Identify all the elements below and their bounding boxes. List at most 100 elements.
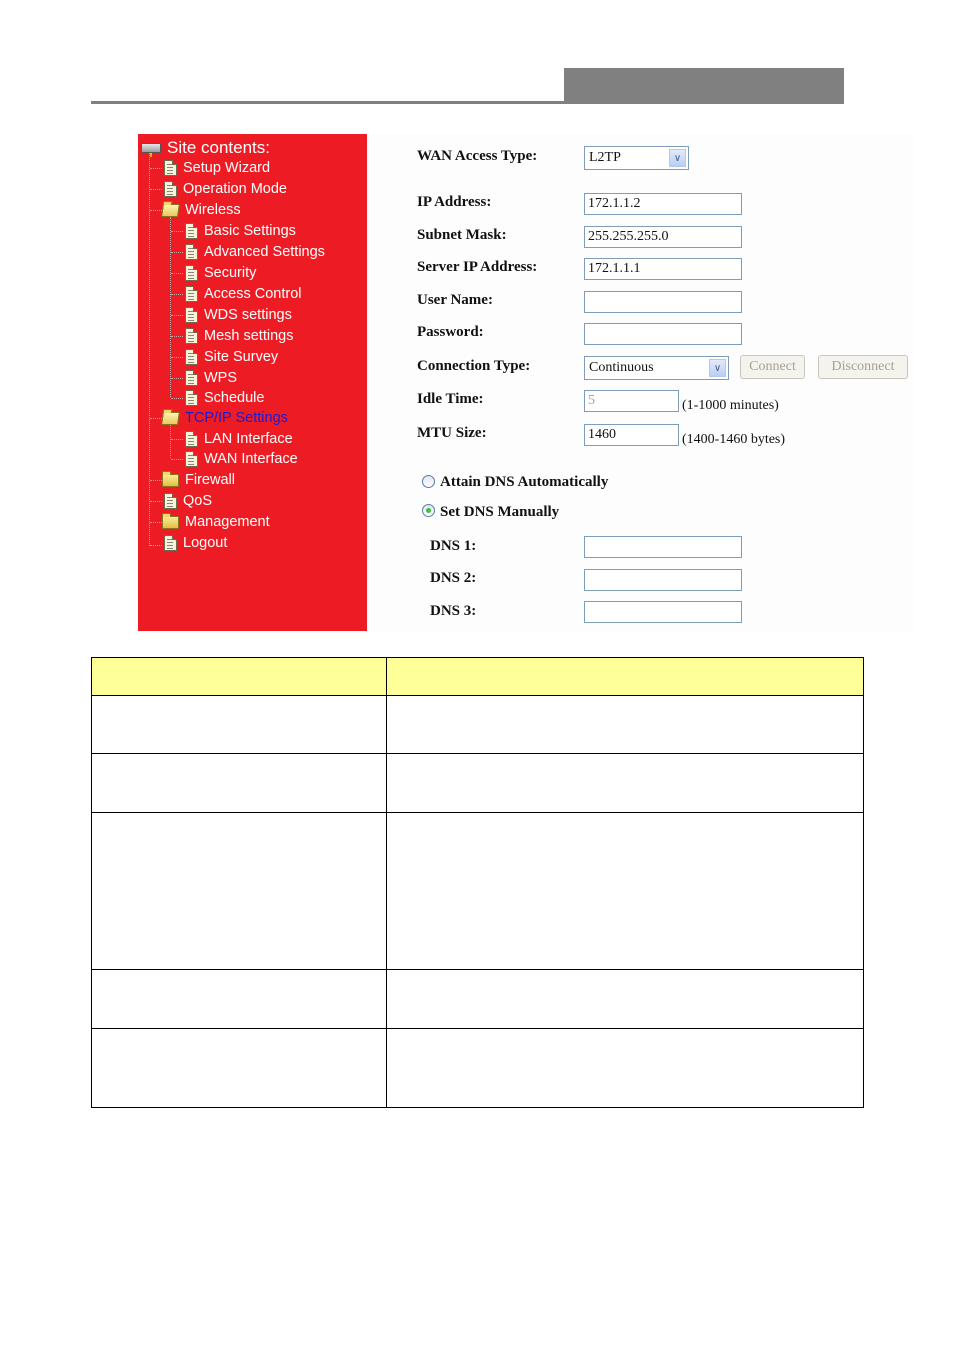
document-icon [164,181,177,197]
sidebar-item-lan-interface[interactable]: LAN Interface [185,429,293,449]
sidebar: Site contents: Setup Wizard Operation Mo… [138,134,367,631]
document-icon [185,451,198,467]
ip-address-input[interactable] [584,193,742,215]
sidebar-item-wps[interactable]: WPS [185,368,237,388]
table-cell [91,695,387,754]
dns1-label: DNS 1: [430,538,477,554]
dns1-input[interactable] [584,536,742,558]
folder-open-icon [161,203,180,217]
sidebar-item-schedule[interactable]: Schedule [185,388,264,408]
chevron-down-icon[interactable]: ∨ [709,359,726,377]
dns-manual-radio[interactable] [422,504,435,517]
document-icon [185,223,198,239]
network-icon [141,143,161,157]
sidebar-item-advanced-settings[interactable]: Advanced Settings [185,242,325,262]
table-row [91,1028,864,1108]
document-icon [164,535,177,551]
sidebar-item-label: Setup Wizard [183,160,271,176]
user-name-input[interactable] [584,291,742,313]
sidebar-item-access-control[interactable]: Access Control [185,284,302,304]
table-cell [386,753,864,813]
ip-address-label: IP Address: [417,194,492,210]
sidebar-item-firewall[interactable]: Firewall [162,470,235,490]
table-cell [91,1028,387,1108]
dns-auto-radio[interactable] [422,475,435,488]
sidebar-item-label: Site Survey [204,349,279,365]
sidebar-item-qos[interactable]: QoS [164,491,212,511]
idle-time-label: Idle Time: [417,391,484,407]
sidebar-item-wireless[interactable]: Wireless [161,200,241,220]
document-icon [185,349,198,365]
sidebar-item-label: Firewall [185,472,235,488]
table-cell [91,812,387,970]
subnet-mask-input[interactable] [584,226,742,248]
connection-type-select[interactable]: Continuous ∨ [584,356,729,380]
sidebar-item-logout[interactable]: Logout [164,533,227,553]
document-icon [164,160,177,176]
idle-time-input[interactable] [584,390,679,412]
sidebar-item-label: Security [204,265,257,281]
table-cell [91,969,387,1029]
dns-manual-label: Set DNS Manually [440,504,560,520]
table-header-cell [386,657,864,696]
connect-button[interactable]: Connect [740,355,805,379]
wan-access-type-select[interactable]: L2TP ∨ [584,146,689,170]
site-contents-title: Site contents: [141,138,270,158]
table-header-row [91,657,864,696]
dns2-label: DNS 2: [430,570,477,586]
sidebar-item-label: WAN Interface [204,451,298,467]
table-cell [386,812,864,970]
sidebar-item-mesh-settings[interactable]: Mesh settings [185,326,293,346]
document-icon [185,265,198,281]
sidebar-item-wds-settings[interactable]: WDS settings [185,305,292,325]
folder-icon [162,512,179,529]
user-name-label: User Name: [417,292,493,308]
sidebar-item-operation-mode[interactable]: Operation Mode [164,179,287,199]
document-icon [164,493,177,509]
table-cell [386,969,864,1029]
tree-line [170,217,171,397]
sidebar-item-basic-settings[interactable]: Basic Settings [185,221,296,241]
document-icon [185,286,198,302]
sidebar-item-label: Mesh settings [204,328,294,344]
sidebar-item-security[interactable]: Security [185,263,256,283]
dns2-input[interactable] [584,569,742,591]
wan-access-type-value: L2TP [589,150,621,165]
table-cell [91,753,387,813]
sidebar-item-label: WDS settings [204,307,292,323]
sidebar-item-management[interactable]: Management [162,512,270,532]
sidebar-item-label: WPS [204,370,238,386]
dns3-input[interactable] [584,601,742,623]
sidebar-item-setup-wizard[interactable]: Setup Wizard [164,158,270,178]
sidebar-item-label: Basic Settings [204,223,296,239]
table-cell [386,695,864,754]
document-icon [185,431,198,447]
mtu-size-label: MTU Size: [417,425,487,441]
server-ip-input[interactable] [584,258,742,280]
table-cell [386,1028,864,1108]
connection-type-label: Connection Type: [417,358,531,374]
dns-auto-label: Attain DNS Automatically [440,474,609,490]
sidebar-item-wan-interface[interactable]: WAN Interface [185,449,298,469]
password-input[interactable] [584,323,742,345]
sidebar-item-label: Wireless [185,202,241,218]
sidebar-item-label: Advanced Settings [204,244,325,260]
connection-type-value: Continuous [589,360,654,375]
header-block [564,68,844,104]
password-label: Password: [417,324,484,340]
document-icon [185,244,198,260]
sidebar-item-site-survey[interactable]: Site Survey [185,347,278,367]
chevron-down-icon[interactable]: ∨ [669,149,686,167]
table-row [91,695,864,754]
wan-access-type-label: WAN Access Type: [417,148,538,164]
sidebar-item-label: TCP/IP Settings [185,410,288,426]
disconnect-button[interactable]: Disconnect [818,355,908,379]
mtu-size-input[interactable] [584,424,679,446]
sidebar-item-label: Management [185,514,270,530]
sidebar-item-tcpip-settings[interactable]: TCP/IP Settings [161,408,288,428]
header-rule [91,101,565,104]
table-header-cell [91,657,387,696]
router-screenshot: Site contents: Setup Wizard Operation Mo… [138,134,914,631]
folder-open-icon [161,411,180,425]
mtu-size-hint: (1400-1460 bytes) [682,432,786,447]
